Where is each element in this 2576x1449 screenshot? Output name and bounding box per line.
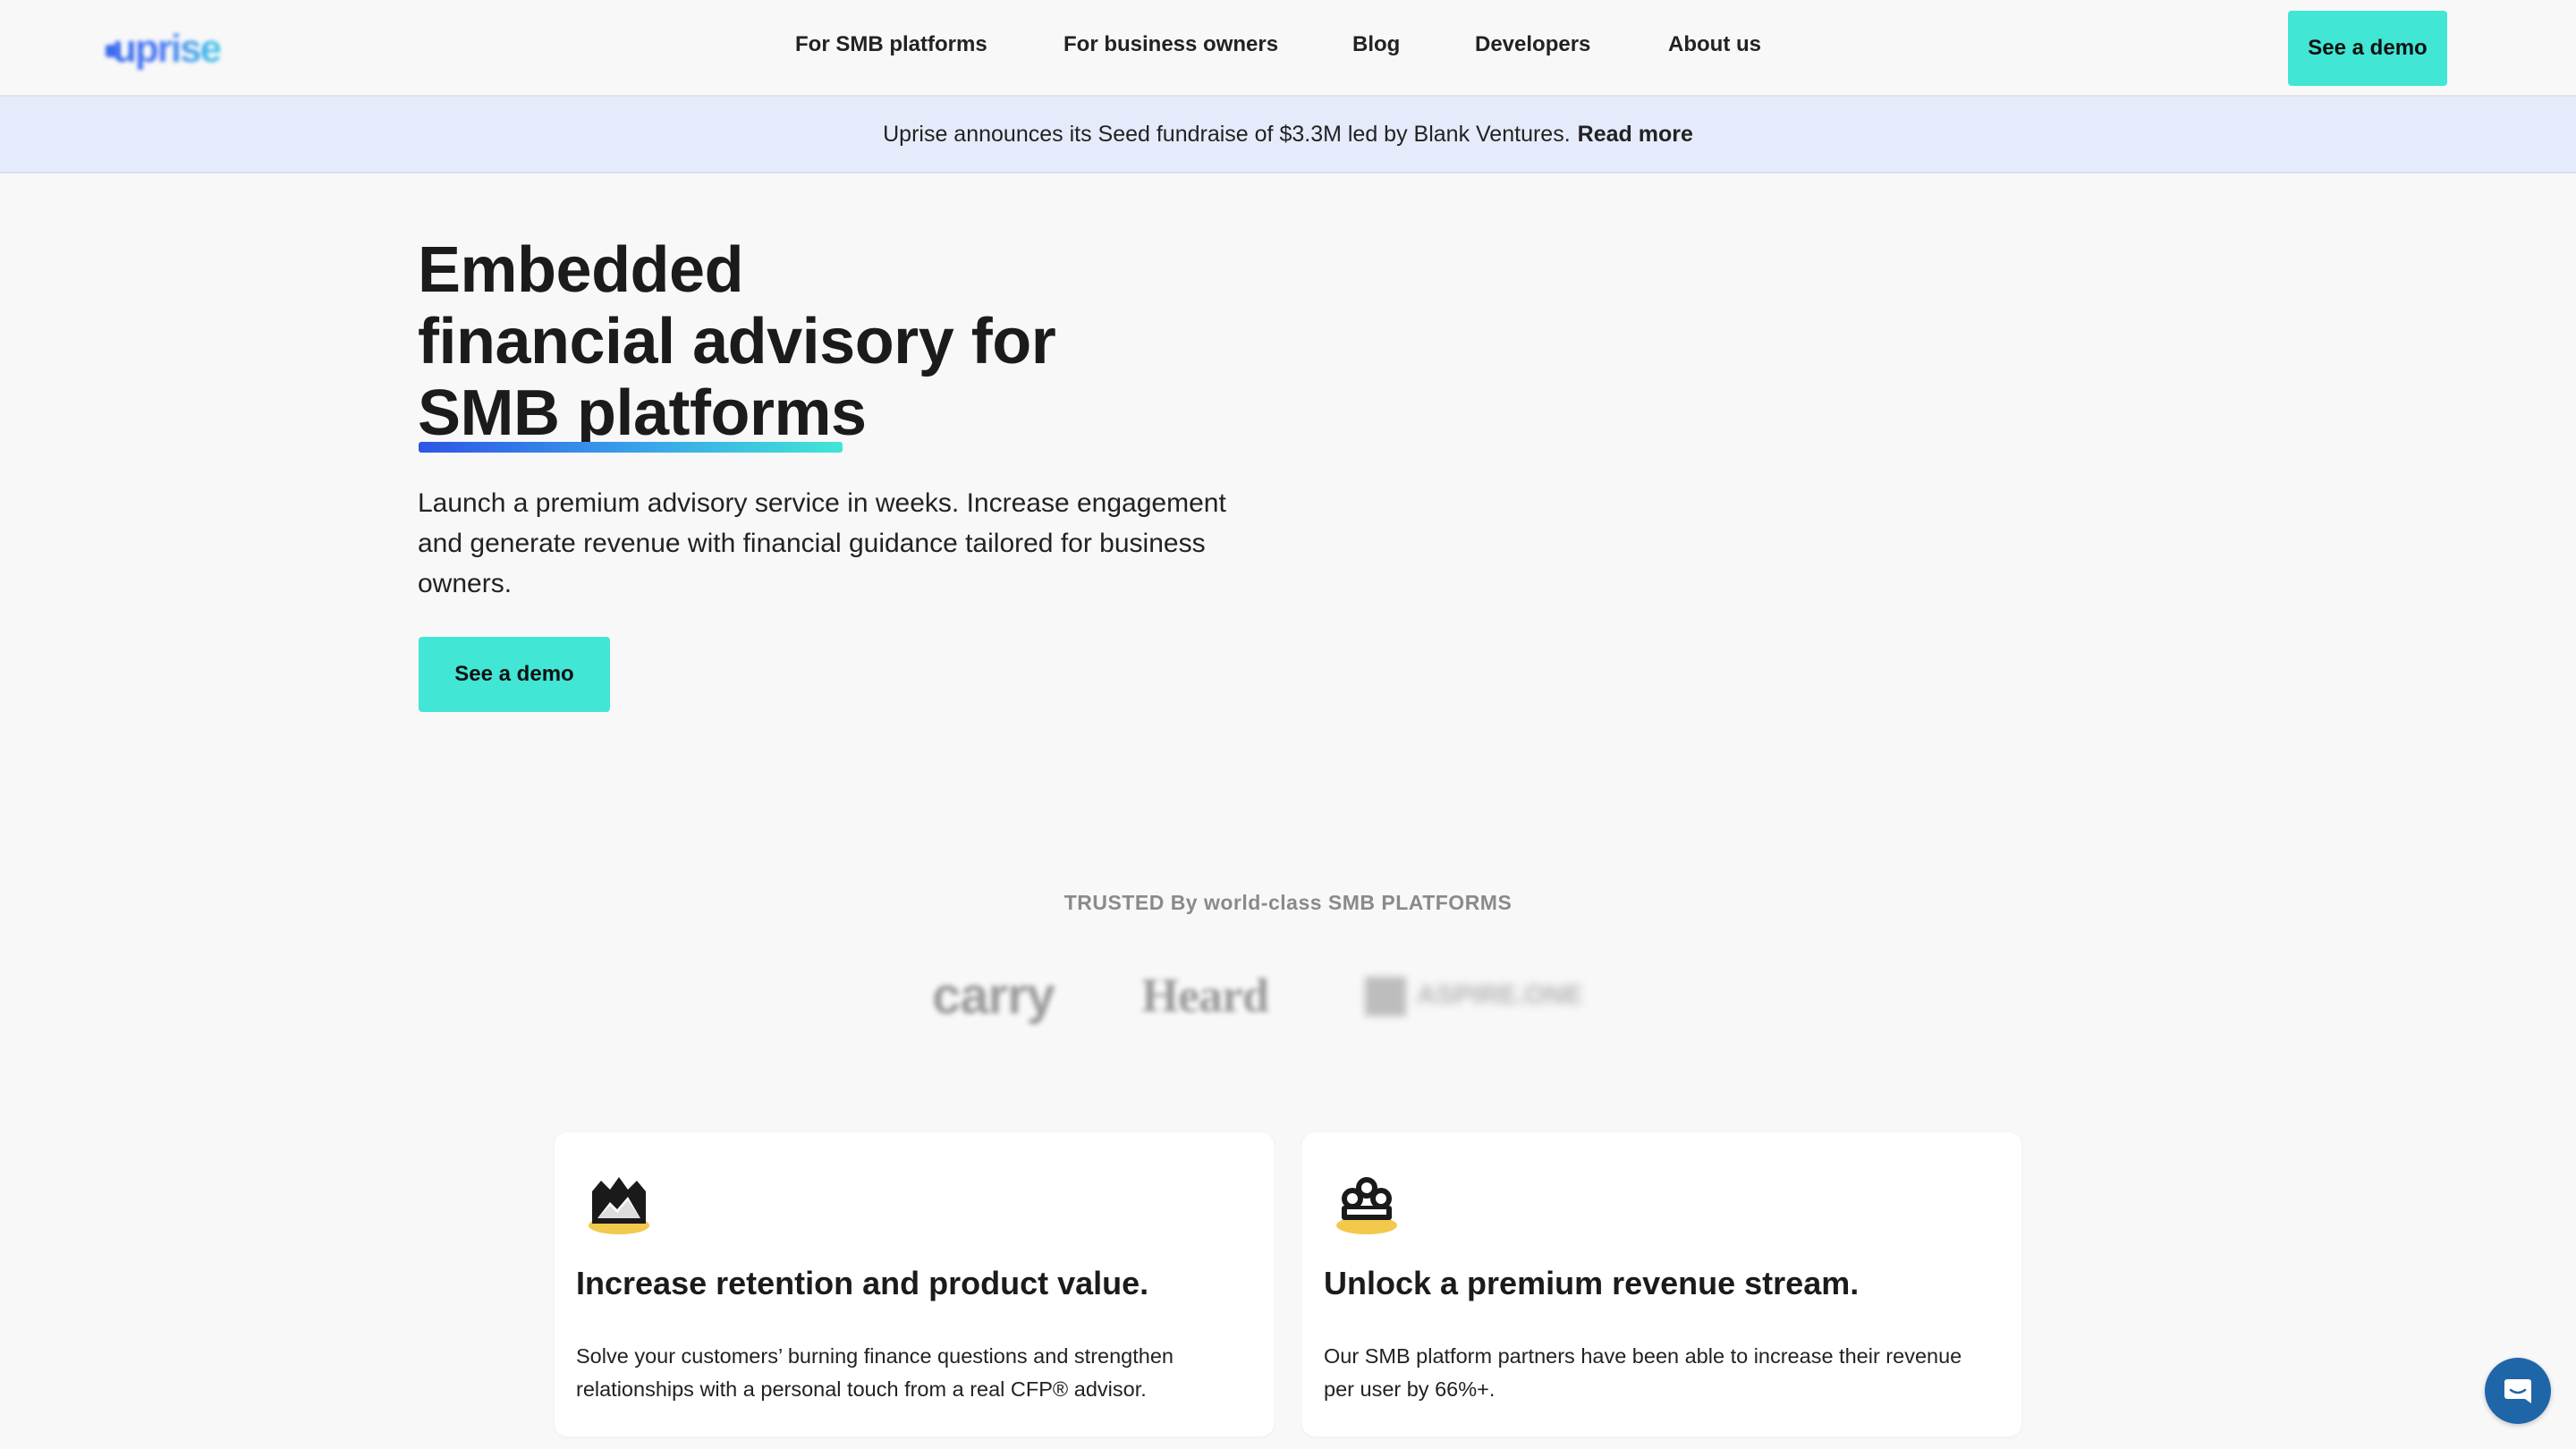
see-demo-header-button[interactable]: See a demo xyxy=(2288,11,2447,86)
feature-card-retention: Increase retention and product value. So… xyxy=(555,1132,1274,1436)
top-navigation-bar: uprise For SMB platforms For business ow… xyxy=(0,0,2576,97)
feature-card-revenue: Unlock a premium revenue stream. Our SMB… xyxy=(1302,1132,2021,1436)
trusted-heading: TRUSTED By world-class SMB PLATFORMS xyxy=(1063,891,1513,914)
title-gradient-underline xyxy=(419,442,843,453)
nav-for-business-owners[interactable]: For business owners xyxy=(1063,32,1278,57)
partner-logo-aspire: ASPIRE.ONE xyxy=(1365,977,1635,1016)
card-title: Unlock a premium revenue stream. xyxy=(1324,1265,1860,1301)
partner-logo-carry: carry xyxy=(932,967,1055,1025)
partner-logo-heard: Heard xyxy=(1141,969,1269,1022)
card-description: Solve your customers’ burning finance qu… xyxy=(576,1344,1174,1401)
hero-title-line-3: SMB platforms xyxy=(418,377,867,449)
announcement-text: Uprise announces its Seed fundraise of $… xyxy=(883,121,1571,147)
nav-about-us[interactable]: About us xyxy=(1668,32,1761,57)
nav-for-smb-platforms[interactable]: For SMB platforms xyxy=(795,32,987,57)
partner-logo-aspire-mark xyxy=(1365,977,1406,1016)
announcement-banner: Uprise announces its Seed fundraise of $… xyxy=(0,97,2576,174)
partner-logo-aspire-text: ASPIRE.ONE xyxy=(1417,980,1583,1010)
read-more-link[interactable]: Read more xyxy=(1578,122,1693,148)
nav-developers[interactable]: Developers xyxy=(1475,32,1590,57)
hero-subtitle: Launch a premium advisory service in wee… xyxy=(418,488,1226,598)
card-title: Increase retention and product value. xyxy=(576,1265,1149,1301)
hero-title: Embedded financial advisory for SMB plat… xyxy=(418,234,1223,449)
card-description: Our SMB platform partners have been able… xyxy=(1324,1344,1962,1401)
nav-blog[interactable]: Blog xyxy=(1352,32,1400,57)
hero-title-line-2: financial advisory for xyxy=(418,306,1056,377)
hero-title-line-1: Embedded xyxy=(418,234,744,306)
chat-icon xyxy=(2504,1379,2531,1403)
mountain-icon xyxy=(585,1168,653,1236)
main-nav: For SMB platforms For business owners Bl… xyxy=(0,0,2576,95)
see-demo-hero-button[interactable]: See a demo xyxy=(419,637,610,712)
chat-launcher-button[interactable] xyxy=(2485,1358,2551,1424)
crown-icon xyxy=(1333,1168,1401,1236)
